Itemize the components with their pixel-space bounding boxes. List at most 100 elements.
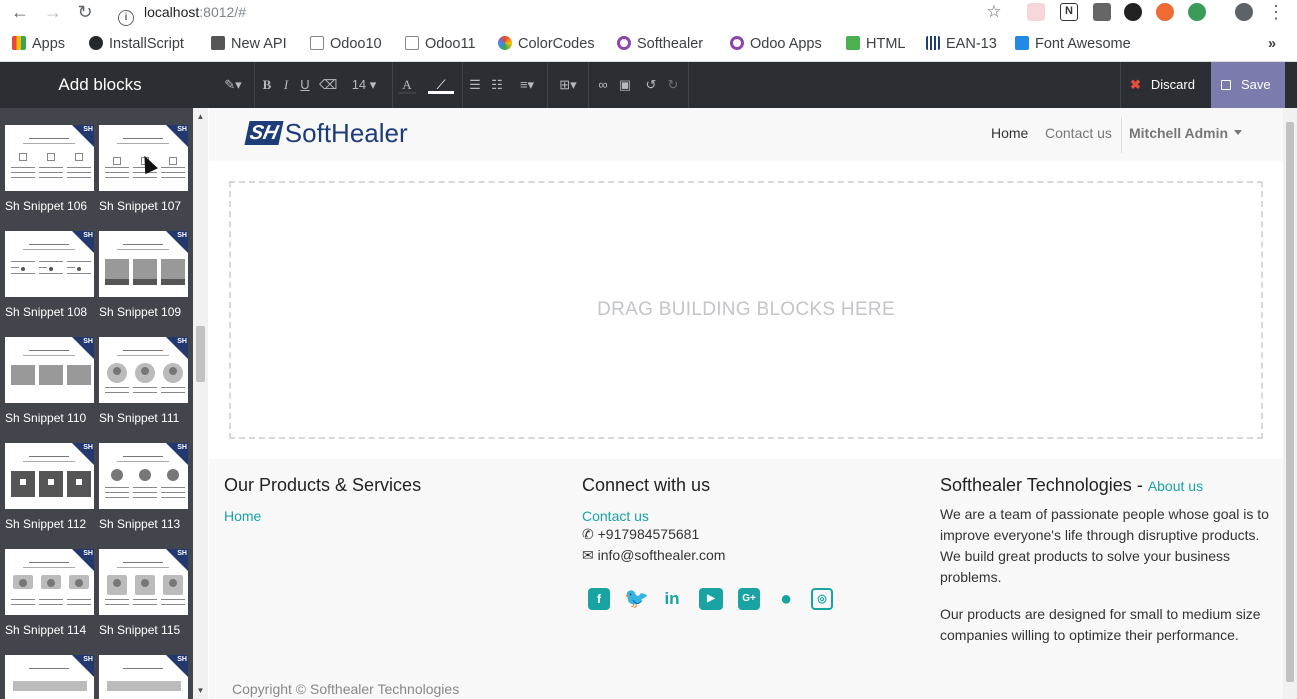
snippet-thumbnail: SH — [99, 655, 188, 699]
bookmark-softhealer[interactable]: Softhealer — [617, 34, 703, 54]
user-menu[interactable]: Mitchell Admin — [1129, 125, 1243, 141]
bookmark-star-icon[interactable]: ☆ — [984, 2, 1004, 22]
extension-n-icon[interactable]: N — [1060, 3, 1078, 21]
reload-icon[interactable]: ↻ — [75, 2, 95, 22]
eraser-icon[interactable]: ⌫ — [319, 76, 337, 94]
site-info-icon[interactable]: i — [118, 10, 134, 26]
snippet-block[interactable]: SH Sh Snippet 113 — [99, 443, 188, 531]
softhealer-logo[interactable]: SH SoftHealer — [244, 118, 408, 148]
snippet-block[interactable]: SH Sh Snippet 108 — [5, 231, 94, 319]
bookmark-new-api[interactable]: New API — [211, 34, 287, 54]
linkedin-icon[interactable]: in — [661, 588, 683, 610]
snippet-block[interactable]: SH Sh Snippet 106 — [5, 125, 94, 213]
magic-wand-icon[interactable]: ✎▾ — [220, 76, 246, 94]
paint-brush-icon[interactable]: ⟋ — [428, 76, 454, 94]
thumbnail-shape — [39, 172, 63, 173]
thumbnail-shape — [11, 177, 35, 178]
bookmark-odoo11[interactable]: Odoo11 — [405, 34, 476, 54]
link-icon[interactable]: ∞ — [594, 76, 612, 94]
save-button[interactable]: Save — [1211, 62, 1285, 108]
google-plus-icon[interactable]: G+ — [738, 588, 760, 610]
bookmark-colorcodes[interactable]: ColorCodes — [498, 34, 595, 54]
back-arrow-icon[interactable]: ← — [10, 2, 30, 22]
underline-icon[interactable]: U — [298, 76, 312, 94]
ordered-list-icon[interactable]: ☷ — [488, 76, 506, 94]
snippet-block[interactable]: SH Sh Snippet 111 — [99, 337, 188, 425]
about-us-link[interactable]: About us — [1148, 478, 1203, 494]
extension-orange-icon[interactable] — [1156, 3, 1174, 21]
forward-arrow-icon[interactable]: → — [43, 2, 63, 22]
sidebar-scroll-thumb[interactable] — [196, 326, 205, 382]
snippet-block[interactable]: SH — [99, 655, 188, 699]
facebook-icon[interactable]: f — [588, 588, 610, 610]
sh-badge-icon: SH — [166, 337, 188, 359]
bookmark-font-awesome[interactable]: Font Awesome — [1015, 34, 1131, 54]
scroll-down-arrow-icon[interactable]: ▼ — [193, 684, 208, 698]
bold-icon[interactable]: B — [260, 76, 274, 94]
unordered-list-icon[interactable]: ☰ — [466, 76, 484, 94]
undo-icon[interactable]: ↺ — [642, 76, 660, 94]
extension-globe-icon[interactable] — [1188, 3, 1206, 21]
bookmark-ean13[interactable]: EAN-13 — [926, 34, 997, 54]
thumbnail-shape — [39, 167, 63, 168]
redo-icon[interactable]: ↻ — [664, 76, 682, 94]
page-scrollbar[interactable] — [1283, 108, 1297, 699]
footer-home-link[interactable]: Home — [224, 508, 554, 524]
thumbnail-shape — [161, 497, 185, 498]
font-size-dropdown[interactable]: 14 ▾ — [348, 76, 380, 94]
browser-chrome: ← → ↻ i localhost:8012/# ☆ N ⋮ Apps Insta… — [0, 0, 1297, 62]
youtube-icon[interactable]: ▶ — [699, 588, 723, 610]
scroll-up-arrow-icon[interactable]: ▲ — [193, 110, 208, 124]
instagram-icon[interactable]: ◎ — [811, 588, 833, 610]
sidebar-scrollbar[interactable] — [193, 108, 208, 699]
discard-button[interactable]: ✖ Discard — [1120, 62, 1211, 108]
sh-badge-icon: SH — [166, 231, 188, 253]
extension-icon[interactable] — [1027, 3, 1045, 21]
extension-dark-icon[interactable] — [1124, 3, 1142, 21]
address-bar[interactable]: i localhost:8012/# — [108, 0, 978, 26]
snippet-label: Sh Snippet 108 — [5, 305, 88, 319]
github-icon[interactable]: ● — [775, 588, 797, 610]
odoo-circle-icon — [617, 36, 631, 50]
thumbnail-shape — [75, 153, 83, 161]
menu-contact-us[interactable]: Contact us — [1045, 125, 1112, 141]
snippet-block[interactable]: SH Sh Snippet 115 — [99, 549, 188, 637]
thumbnail-shape — [169, 367, 177, 375]
image-icon[interactable]: ▣ — [616, 76, 634, 94]
twitter-icon[interactable]: 🐦 — [624, 588, 649, 610]
thumbnail-shape — [105, 177, 129, 178]
profile-avatar-icon[interactable] — [1235, 3, 1253, 21]
extension-tools-icon[interactable] — [1093, 3, 1111, 21]
menu-home[interactable]: Home — [991, 125, 1028, 141]
thumbnail-shape — [107, 681, 181, 691]
html-icon — [846, 36, 860, 50]
menu-kebab-icon[interactable]: ⋮ — [1266, 2, 1286, 22]
footer-contact-link[interactable]: Contact us — [582, 508, 912, 524]
site-header: SH SoftHealer Home Contact us Mitchell Ad… — [209, 108, 1283, 161]
thumbnail-shape — [11, 273, 35, 274]
snippet-block[interactable]: SH Sh Snippet 112 — [5, 443, 94, 531]
drop-zone[interactable]: DRAG BUILDING BLOCKS HERE — [229, 181, 1263, 439]
bookmark-apps[interactable]: Apps — [12, 34, 65, 54]
page-scroll-thumb[interactable] — [1286, 122, 1294, 682]
odoo-circle-icon — [730, 36, 744, 50]
bookmark-installscript[interactable]: InstallScript — [89, 34, 184, 54]
bookmarks-overflow-button[interactable]: » — [1268, 34, 1276, 54]
snippet-block[interactable]: SH — [5, 655, 94, 699]
snippet-block[interactable]: SH Sh Snippet 114 — [5, 549, 94, 637]
align-dropdown-icon[interactable]: ≡▾ — [512, 76, 542, 94]
snippet-block[interactable]: SH Sh Snippet 110 — [5, 337, 94, 425]
bookmark-html[interactable]: HTML — [846, 34, 905, 54]
snippet-thumbnail: SH — [5, 443, 94, 509]
footer-connect: Connect with us Contact us ✆ +9179845756… — [582, 459, 912, 566]
thumbnail-shape — [111, 469, 123, 481]
bookmark-odoo-apps[interactable]: Odoo Apps — [730, 34, 822, 54]
snippet-block[interactable]: SH Sh Snippet 109 — [99, 231, 188, 319]
table-dropdown-icon[interactable]: ⊞▾ — [554, 76, 582, 94]
italic-icon[interactable]: I — [279, 76, 293, 94]
text-color-icon[interactable]: A — [398, 76, 416, 94]
bookmark-odoo10[interactable]: Odoo10 — [310, 34, 382, 54]
sh-badge-icon: SH — [72, 655, 94, 677]
thumbnail-shape — [39, 604, 63, 605]
page-icon — [310, 36, 324, 50]
